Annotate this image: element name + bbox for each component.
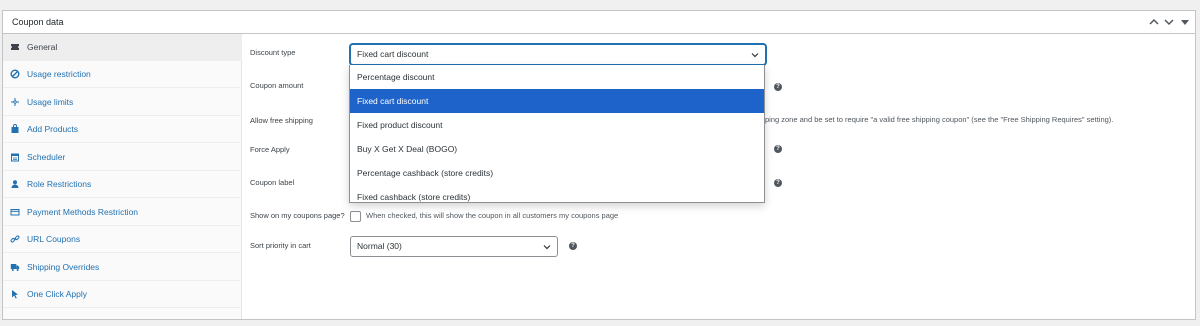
show-on-my-coupons-label: Show on my coupons page? (250, 211, 345, 220)
tab-general[interactable]: General (3, 34, 242, 61)
tab-label: One Click Apply (27, 289, 87, 299)
bag-icon (10, 124, 20, 134)
tab-payment-methods-restriction[interactable]: Payment Methods Restriction (3, 199, 242, 226)
ticket-icon (10, 42, 20, 52)
sort-priority-value: Normal (30) (357, 241, 402, 251)
dropdown-option[interactable]: Buy X Get X Deal (BOGO) (350, 137, 764, 161)
dropdown-option[interactable]: Fixed product discount (350, 113, 764, 137)
discount-type-select[interactable]: Fixed cart discount (350, 44, 766, 65)
user-icon (10, 179, 20, 189)
tab-shipping-overrides[interactable]: Shipping Overrides (3, 254, 242, 281)
tab-label: Role Restrictions (27, 179, 92, 189)
chevron-down-icon (751, 50, 759, 58)
tab-usage-restriction[interactable]: Usage restriction (3, 61, 242, 88)
option-label: Buy X Get X Deal (BOGO) (357, 144, 458, 154)
discount-type-value: Fixed cart discount (357, 49, 429, 59)
sort-priority-select[interactable]: Normal (30) (350, 236, 558, 257)
block-icon (10, 69, 20, 79)
option-label: Fixed cart discount (357, 96, 429, 106)
help-icon: ? (774, 179, 782, 187)
tab-add-products[interactable]: Add Products (3, 116, 242, 143)
option-label: Percentage cashback (store credits) (357, 168, 494, 178)
tab-usage-limits[interactable]: Usage limits (3, 89, 242, 116)
coupon-label-label: Coupon label (250, 178, 295, 187)
tab-url-coupons[interactable]: URL Coupons (3, 226, 242, 253)
dropdown-option[interactable]: Percentage discount (350, 65, 764, 89)
card-icon (10, 207, 20, 217)
chevron-down-icon (543, 242, 551, 250)
allow-free-shipping-label: Allow free shipping (250, 116, 313, 125)
coupon-amount-label: Coupon amount (250, 81, 304, 90)
force-apply-label: Force Apply (250, 145, 290, 154)
help-icon: ? (774, 83, 782, 91)
dropdown-option[interactable]: Percentage cashback (store credits) (350, 161, 764, 185)
dropdown-option[interactable]: Fixed cashback (store credits) (350, 185, 764, 209)
tab-label: Add Products (27, 124, 79, 134)
free-shipping-description: ping zone and be set to require "a valid… (765, 115, 1114, 124)
option-label: Percentage discount (357, 72, 435, 82)
calendar-icon (10, 152, 20, 162)
dropdown-option-selected[interactable]: Fixed cart discount (350, 89, 764, 113)
tab-label: Shipping Overrides (27, 262, 100, 272)
tab-label: General (27, 42, 58, 52)
link-icon (10, 234, 20, 244)
option-label: Fixed cashback (store credits) (357, 192, 471, 202)
show-on-my-coupons-description: When checked, this will show the coupon … (366, 211, 619, 220)
discount-type-label: Discount type (250, 48, 296, 57)
caret-down-icon[interactable] (1178, 14, 1192, 30)
panel-header: Coupon data (3, 11, 1195, 34)
show-on-my-coupons-checkbox[interactable] (350, 211, 361, 222)
tab-label: Scheduler (27, 152, 66, 162)
pointer-icon (10, 289, 20, 299)
chevron-up-icon[interactable] (1147, 14, 1161, 30)
help-icon: ? (569, 242, 577, 250)
help-icon: ? (774, 145, 782, 153)
option-label: Fixed product discount (357, 120, 443, 130)
truck-icon (10, 262, 20, 272)
discount-type-dropdown: Percentage discount Fixed cart discount … (349, 65, 765, 203)
coupon-tabs-sidebar: General Usage restriction Usage limits A… (3, 34, 242, 319)
tab-label: Usage limits (27, 97, 74, 107)
plus-sparkle-icon (10, 97, 20, 107)
tab-one-click-apply[interactable]: One Click Apply (3, 281, 242, 308)
tab-scheduler[interactable]: Scheduler (3, 144, 242, 171)
tab-label: Usage restriction (27, 69, 91, 79)
sort-priority-label: Sort priority in cart (250, 241, 311, 250)
tab-label: Payment Methods Restriction (27, 207, 139, 217)
panel-title: Coupon data (12, 17, 64, 27)
chevron-down-icon[interactable] (1162, 14, 1176, 30)
tab-label: URL Coupons (27, 234, 81, 244)
tab-role-restrictions[interactable]: Role Restrictions (3, 171, 242, 198)
